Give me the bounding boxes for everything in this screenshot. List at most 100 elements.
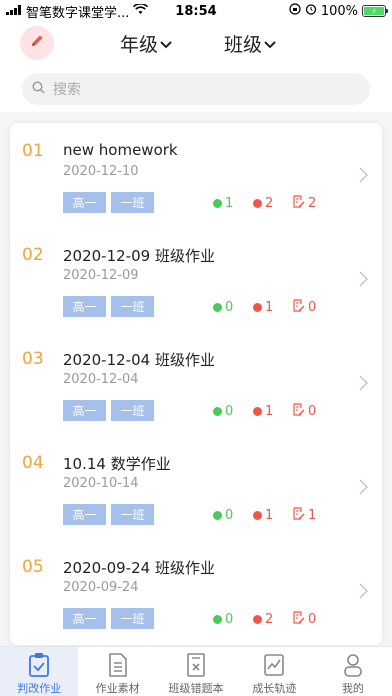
red-stat: 2 (253, 612, 293, 627)
chevron-right-icon (359, 167, 369, 187)
error-book-icon (183, 651, 209, 678)
tab-error-book[interactable]: 班级错题本 (157, 647, 235, 696)
grade-tag: 高一 (63, 192, 106, 213)
homework-item[interactable]: 01 new homework 2020-12-10 高一 一班 1 2 2 (10, 123, 382, 227)
green-count: 0 (225, 508, 234, 523)
tab-label: 班级错题本 (168, 682, 224, 695)
green-count: 0 (225, 404, 234, 419)
red-dot-icon (253, 615, 262, 624)
tab-document-list[interactable]: 作业素材 (78, 647, 156, 696)
chevron-down-icon (264, 33, 276, 55)
item-tags: 高一 一班 (63, 608, 154, 629)
item-date: 2020-12-09 (63, 268, 139, 283)
red-count: 2 (265, 612, 274, 627)
search-input[interactable]: 搜索 (22, 73, 370, 105)
edit-stat: 2 (293, 195, 333, 212)
item-title: 2020-12-09 班级作业 (63, 247, 215, 265)
green-count: 0 (225, 612, 234, 627)
red-dot-icon (253, 407, 262, 416)
green-stat: 0 (213, 404, 253, 419)
tab-chart-line[interactable]: 成长轨迹 (235, 647, 313, 696)
red-dot-icon (253, 199, 262, 208)
class-tag: 一班 (111, 608, 154, 629)
edit-doc-icon (293, 611, 305, 628)
edit-count: 1 (308, 508, 317, 523)
green-dot-icon (213, 303, 222, 312)
item-title: 2020-09-24 班级作业 (63, 559, 215, 577)
edit-button[interactable] (20, 26, 54, 60)
edit-doc-icon (293, 299, 305, 316)
green-stat: 0 (213, 508, 253, 523)
document-list-icon (105, 651, 131, 678)
green-stat: 1 (213, 196, 253, 211)
clipboard-check-icon (26, 651, 52, 678)
search-icon (32, 80, 45, 98)
red-dot-icon (253, 303, 262, 312)
item-stats: 0 1 0 (213, 299, 333, 316)
red-stat: 1 (253, 508, 293, 523)
edit-stat: 0 (293, 299, 333, 316)
item-tags: 高一 一班 (63, 296, 154, 317)
red-count: 2 (265, 196, 274, 211)
item-date: 2020-12-10 (63, 164, 139, 179)
item-title: 2020-12-04 班级作业 (63, 351, 215, 369)
homework-item[interactable]: 03 2020-12-04 班级作业 2020-12-04 高一 一班 0 1 … (10, 331, 382, 435)
alarm-icon (305, 3, 317, 19)
item-stats: 0 2 0 (213, 611, 333, 628)
homework-item[interactable]: 05 2020-09-24 班级作业 2020-09-24 高一 一班 0 2 … (10, 539, 382, 643)
battery-icon: ⚡ (362, 5, 388, 17)
red-count: 1 (265, 404, 274, 419)
edit-count: 2 (308, 196, 317, 211)
tab-label: 我的 (341, 682, 364, 695)
tab-bar: 判改作业 作业素材 班级错题本 成长轨迹 我的 (0, 646, 392, 696)
class-dropdown[interactable]: 班级 (224, 30, 276, 57)
class-tag: 一班 (111, 400, 154, 421)
chevron-right-icon (359, 271, 369, 291)
homework-list: 01 new homework 2020-12-10 高一 一班 1 2 2 0… (10, 123, 382, 645)
red-stat: 1 (253, 404, 293, 419)
top-bar: 年级 班级 (0, 24, 392, 62)
edit-count: 0 (308, 612, 317, 627)
homework-item[interactable]: 02 2020-12-09 班级作业 2020-12-09 高一 一班 0 1 … (10, 227, 382, 331)
item-date: 2020-12-04 (63, 372, 139, 387)
tab-label: 作业素材 (95, 682, 140, 695)
item-tags: 高一 一班 (63, 504, 154, 525)
edit-stat: 1 (293, 507, 333, 524)
grade-tag: 高一 (63, 296, 106, 317)
class-tag: 一班 (111, 504, 154, 525)
green-dot-icon (213, 511, 222, 520)
item-number: 02 (22, 245, 44, 265)
tab-person[interactable]: 我的 (314, 647, 392, 696)
item-number: 04 (22, 453, 44, 473)
edit-doc-icon (293, 507, 305, 524)
red-stat: 1 (253, 300, 293, 315)
item-date: 2020-10-14 (63, 476, 139, 491)
green-dot-icon (213, 407, 222, 416)
red-dot-icon (253, 511, 262, 520)
green-count: 1 (225, 196, 234, 211)
grade-tag: 高一 (63, 504, 106, 525)
orientation-lock-icon (289, 3, 301, 19)
green-dot-icon (213, 615, 222, 624)
chevron-right-icon (359, 479, 369, 499)
chevron-right-icon (359, 375, 369, 395)
edit-doc-icon (293, 403, 305, 420)
grade-dropdown[interactable]: 年级 (120, 30, 172, 57)
chevron-down-icon (160, 33, 172, 55)
search-placeholder: 搜索 (53, 82, 81, 98)
homework-item[interactable]: 04 10.14 数学作业 2020-10-14 高一 一班 0 1 1 (10, 435, 382, 539)
status-right: 100% ⚡ (289, 3, 388, 19)
tab-label: 成长轨迹 (252, 682, 297, 695)
item-title: 10.14 数学作业 (63, 455, 171, 473)
chevron-right-icon (359, 583, 369, 603)
tab-clipboard-check[interactable]: 判改作业 (0, 647, 79, 696)
item-number: 05 (22, 557, 44, 577)
status-bar: 智笔数字课堂学... 18:54 100% ⚡ (0, 0, 392, 22)
person-icon (340, 651, 366, 678)
class-tag: 一班 (111, 296, 154, 317)
edit-stat: 0 (293, 403, 333, 420)
item-tags: 高一 一班 (63, 192, 154, 213)
tab-label: 判改作业 (17, 682, 62, 695)
green-stat: 0 (213, 300, 253, 315)
red-count: 1 (265, 300, 274, 315)
